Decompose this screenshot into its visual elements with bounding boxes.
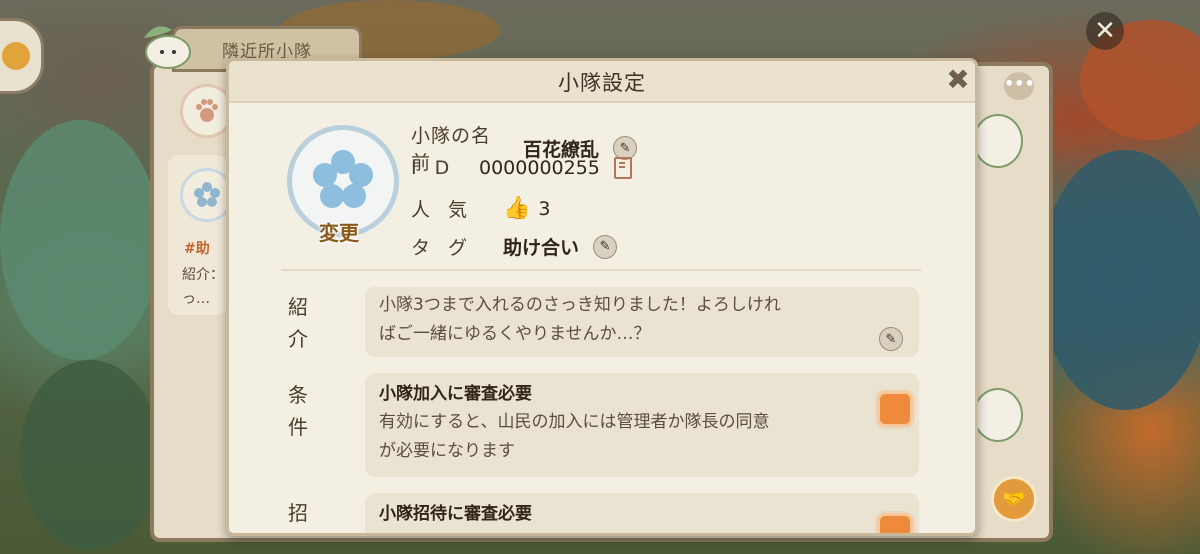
intro-line-2: ばご一緒にゆるくやりませんか…？ xyxy=(379,324,651,344)
background-trees-right xyxy=(1040,150,1200,410)
mascot-avatar-icon-2 xyxy=(973,388,1023,442)
id-value: 0000000255 xyxy=(479,157,600,179)
join-review-desc-2: が必要になります xyxy=(379,441,515,461)
invite-review-toggle[interactable] xyxy=(877,513,913,533)
squad-settings-modal: 小隊設定 ✖ 変更 小隊の名前 百花繚乱 ✎ I D 0000000255 人 … xyxy=(226,58,978,536)
join-review-toggle[interactable] xyxy=(877,391,913,427)
section-divider xyxy=(281,269,921,271)
screen-close-button[interactable]: ✕ xyxy=(1086,12,1124,50)
tag-row: タ グ 助け合い ✎ xyxy=(411,233,618,260)
event-icon xyxy=(2,42,30,70)
popularity-label: 人 気 xyxy=(411,199,474,221)
handshake-icon[interactable]: 🤝 xyxy=(991,476,1037,522)
mascot-avatar-icon xyxy=(973,114,1023,168)
tag-label: タ グ xyxy=(411,237,474,259)
background-village-left xyxy=(20,360,160,550)
popularity-row: 人 気 👍 3 xyxy=(411,195,551,222)
copy-id-icon[interactable] xyxy=(613,157,632,179)
leaf-mascot-icon xyxy=(144,26,191,69)
join-review-title: 小隊加入に審査必要 xyxy=(379,384,532,404)
join-review-desc-1: 有効にすると、山民の加入には管理者か隊長の同意 xyxy=(379,412,770,432)
rear-card-intro: 紹介： xyxy=(182,267,224,283)
edit-tag-pen-icon[interactable]: ✎ xyxy=(593,234,618,259)
invite-review-title: 小隊招待に審査必要 xyxy=(379,504,532,524)
condition-label: 条 件 xyxy=(288,383,308,439)
background-trees-left xyxy=(0,120,160,360)
edit-intro-pen-icon[interactable]: ✎ xyxy=(879,327,903,351)
join-review-box: 小隊加入に審査必要 有効にすると、山民の加入には管理者か隊長の同意 が必要になり… xyxy=(365,373,919,477)
change-emblem-button[interactable]: 変更 xyxy=(304,217,374,246)
modal-title: 小隊設定 xyxy=(558,71,646,95)
invite-label: 招 xyxy=(288,501,308,525)
intro-line-1: 小隊3つまで入れるのさっき知りました！よろしけれ xyxy=(379,295,781,315)
tag-value: 助け合い xyxy=(503,237,580,259)
more-dots-icon[interactable]: ••• xyxy=(1004,72,1035,100)
squad-id-row: I D 0000000255 xyxy=(411,157,632,179)
intro-text-box[interactable]: 小隊3つまで入れるのさっき知りました！よろしけれ ばご一緒にゆるくやりませんか…… xyxy=(365,287,919,357)
popularity-value: 3 xyxy=(538,197,551,220)
id-label: I D xyxy=(411,157,456,179)
modal-header: 小隊設定 ✖ xyxy=(229,61,975,103)
intro-label: 紹 介 xyxy=(288,295,308,351)
invite-review-box: 小隊招待に審査必要 xyxy=(365,493,919,533)
rear-card-tag: #助 xyxy=(184,241,210,257)
close-icon[interactable]: ✖ xyxy=(943,65,973,95)
side-event-badge[interactable] xyxy=(0,18,44,94)
rear-card-intro-cont: っ… xyxy=(182,291,210,307)
flower-emblem-icon xyxy=(313,150,373,208)
close-x-icon: ✕ xyxy=(1094,16,1116,46)
thumbs-up-icon: 👍 xyxy=(503,196,531,221)
